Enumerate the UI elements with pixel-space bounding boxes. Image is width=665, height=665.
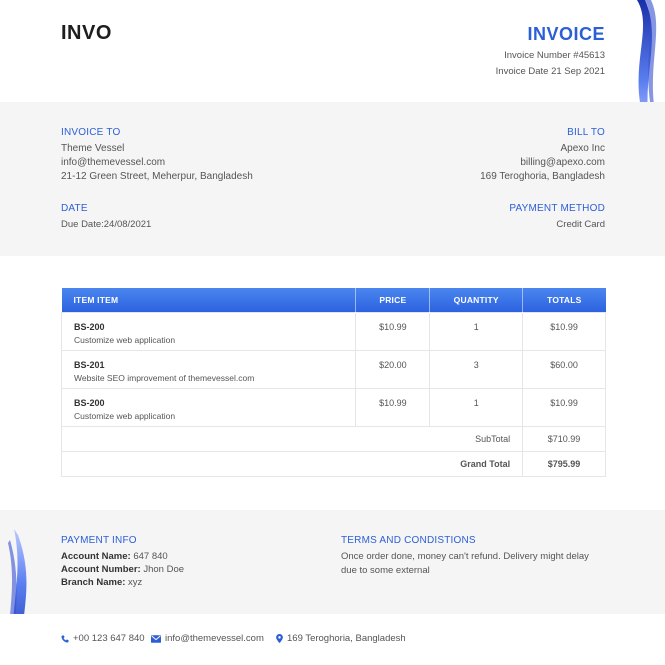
item-code: BS-200 <box>74 397 105 408</box>
item-code: BS-201 <box>74 359 105 370</box>
branch-name-label: Branch Name: <box>61 577 126 588</box>
payment-method-label: PAYMENT METHOD <box>509 203 605 214</box>
grand-total-value: $795.99 <box>522 450 606 477</box>
phone-text: +00 123 647 840 <box>73 633 145 644</box>
account-name-label: Account Name: <box>61 551 131 562</box>
item-code: BS-200 <box>74 321 105 332</box>
payment-method-value: Credit Card <box>556 219 605 230</box>
branch-name-value: xyz <box>125 577 143 588</box>
items-table: ITEM ITEM PRICE QUANTITY TOTALS BS-200 C… <box>60 288 606 477</box>
mail-icon <box>151 634 161 643</box>
payment-section: PAYMENT INFO Account Name: 647 840 Accou… <box>0 510 665 614</box>
item-cell: BS-200 Customize web application <box>60 311 357 351</box>
item-total: $60.00 <box>522 349 606 389</box>
item-description: Customize web application <box>74 410 176 421</box>
bill-to-address: 169 Teroghoria, Bangladesh <box>480 171 605 182</box>
item-quantity: 1 <box>429 387 524 427</box>
account-name-value: 647 840 <box>130 551 168 562</box>
footer-email[interactable]: info@themevessel.com <box>151 633 264 644</box>
invoice-to-name: Theme Vessel <box>61 143 125 154</box>
item-price: $10.99 <box>355 311 431 351</box>
item-quantity: 3 <box>429 349 524 389</box>
grand-total-row: Grand Total $795.99 <box>60 450 606 477</box>
email-text: info@themevessel.com <box>165 633 264 644</box>
bill-to-name: Apexo Inc <box>560 143 605 154</box>
bill-to-email: billing@apexo.com <box>520 157 605 168</box>
column-header-quantity: QUANTITY <box>429 288 524 312</box>
column-header-price: PRICE <box>355 288 431 312</box>
branch-name: Branch Name: xyz <box>61 576 142 590</box>
invoice-to-email: info@themevessel.com <box>61 157 166 168</box>
location-pin-icon <box>276 634 283 643</box>
invoice-title: INVOICE <box>527 24 605 44</box>
company-logo: INVO <box>61 22 112 44</box>
date-label: DATE <box>61 203 88 214</box>
table-row: BS-201 Website SEO improvement of themev… <box>60 349 606 389</box>
footer-address: 169 Teroghoria, Bangladesh <box>276 633 406 644</box>
table-row: BS-200 Customize web application $10.99 … <box>60 311 606 351</box>
item-cell: BS-201 Website SEO improvement of themev… <box>60 349 357 389</box>
footer-phone[interactable]: +00 123 647 840 <box>61 633 145 644</box>
phone-icon <box>61 635 69 642</box>
account-name: Account Name: 647 840 <box>61 550 168 564</box>
terms-text: Once order done, money can't refund. Del… <box>341 551 589 576</box>
invoice-footer: +00 123 647 840 info@themevessel.com 169… <box>0 614 665 665</box>
table-row: BS-200 Customize web application $10.99 … <box>60 387 606 427</box>
invoice-date: Invoice Date 21 Sep 2021 <box>495 66 605 77</box>
payment-info-label: PAYMENT INFO <box>61 535 137 546</box>
bill-to-label: BILL TO <box>567 127 605 138</box>
invoice-number: Invoice Number #45613 <box>504 50 605 61</box>
account-number-value: Jhon Doe <box>140 564 185 575</box>
due-date: Due Date:24/08/2021 <box>61 219 152 230</box>
column-header-totals: TOTALS <box>522 288 606 312</box>
item-cell: BS-200 Customize web application <box>60 387 357 427</box>
address-text: 169 Teroghoria, Bangladesh <box>287 633 406 644</box>
grand-total-label: Grand Total <box>60 450 524 477</box>
item-quantity: 1 <box>429 311 524 351</box>
column-header-item: ITEM ITEM <box>61 288 357 312</box>
invoice-to-label: INVOICE TO <box>61 127 121 138</box>
table-header-row: ITEM ITEM PRICE QUANTITY TOTALS <box>61 288 606 312</box>
item-price: $10.99 <box>355 387 431 427</box>
account-number: Account Number: Jhon Doe <box>61 563 184 577</box>
item-total: $10.99 <box>522 311 606 351</box>
item-description: Website SEO improvement of themevessel.c… <box>74 372 255 383</box>
item-description: Customize web application <box>74 334 176 345</box>
address-section: INVOICE TO Theme Vessel info@themevessel… <box>0 102 665 256</box>
subtotal-value: $710.99 <box>522 425 606 452</box>
terms-label: TERMS AND CONDISTIONS <box>341 535 476 546</box>
subtotal-label: SubTotal <box>60 425 524 452</box>
subtotal-row: SubTotal $710.99 <box>60 425 606 452</box>
item-price: $20.00 <box>355 349 431 389</box>
account-number-label: Account Number: <box>61 564 141 575</box>
invoice-header: INVO INVOICE Invoice Number #45613 Invoi… <box>0 0 665 102</box>
invoice-to-address: 21-12 Green Street, Meherpur, Bangladesh <box>61 171 253 182</box>
item-total: $10.99 <box>522 387 606 427</box>
